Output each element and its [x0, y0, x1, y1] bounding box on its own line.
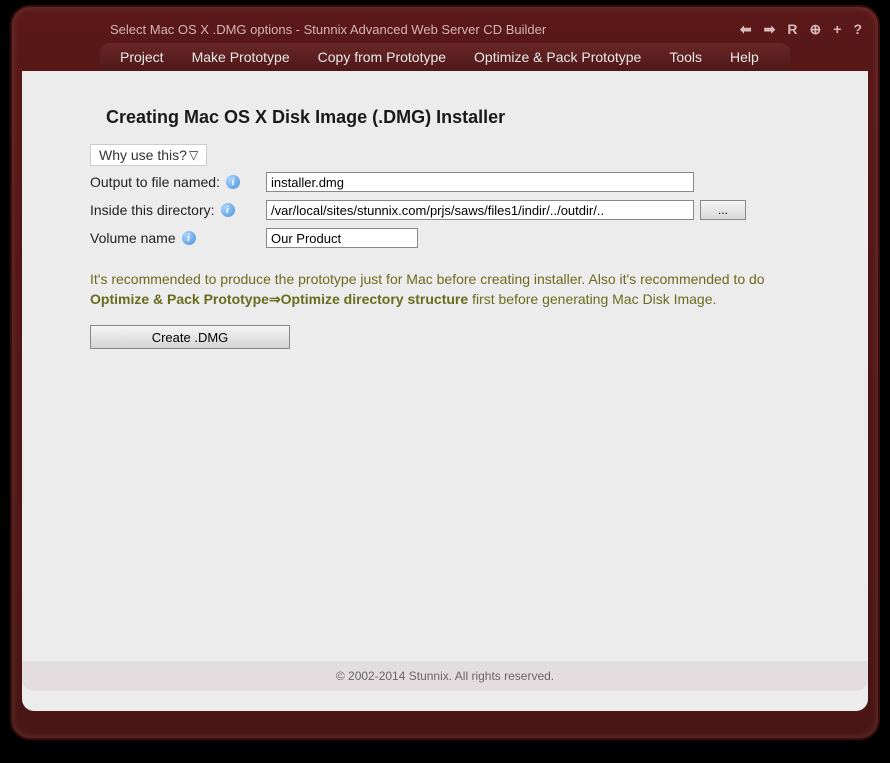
menu-optimize-pack[interactable]: Optimize & Pack Prototype: [474, 49, 641, 65]
label-volume-name: Volume name i: [90, 230, 250, 246]
directory-input[interactable]: [266, 200, 694, 220]
row-output-filename: Output to file named: i: [90, 170, 800, 194]
info-icon[interactable]: i: [182, 231, 196, 245]
content-area: Creating Mac OS X Disk Image (.DMG) Inst…: [22, 71, 868, 711]
volume-name-input[interactable]: [266, 228, 418, 248]
why-use-label: Why use this?: [99, 147, 187, 163]
menubar: Project Make Prototype Copy from Prototy…: [100, 43, 790, 71]
title-toolbar: ⬅ ➡ R ⊕ + ?: [740, 21, 862, 38]
menu-project[interactable]: Project: [120, 49, 164, 65]
label-directory-text: Inside this directory:: [90, 202, 215, 218]
rec-text-2: first before generating Mac Disk Image.: [472, 291, 716, 307]
row-directory: Inside this directory: i ...: [90, 198, 800, 222]
output-filename-input[interactable]: [266, 172, 694, 192]
why-use-toggle[interactable]: Why use this? ▽: [90, 144, 207, 166]
recommendation-text: It's recommended to produce the prototyp…: [90, 270, 800, 309]
footer-copyright: © 2002-2014 Stunnix. All rights reserved…: [22, 661, 868, 691]
rec-bold-1: Optimize & Pack Prototype: [90, 291, 269, 307]
row-volume-name: Volume name i: [90, 226, 800, 250]
create-dmg-button[interactable]: Create .DMG: [90, 325, 290, 349]
arrow-right-icon: ⇒: [269, 291, 281, 307]
info-icon[interactable]: i: [221, 203, 235, 217]
label-volume-text: Volume name: [90, 230, 176, 246]
info-icon[interactable]: i: [226, 175, 240, 189]
help-icon[interactable]: ?: [853, 21, 862, 37]
rec-bold-2: Optimize directory structure: [281, 291, 469, 307]
reload-icon[interactable]: R: [787, 21, 797, 37]
window-title: Select Mac OS X .DMG options - Stunnix A…: [110, 22, 740, 37]
rec-text-1: It's recommended to produce the prototyp…: [90, 271, 765, 287]
window-frame: Select Mac OS X .DMG options - Stunnix A…: [10, 5, 880, 740]
menu-make-prototype[interactable]: Make Prototype: [192, 49, 290, 65]
label-output-filename: Output to file named: i: [90, 174, 250, 190]
forward-icon[interactable]: ➡: [764, 21, 776, 38]
back-icon[interactable]: ⬅: [740, 21, 752, 38]
menu-copy-from-prototype[interactable]: Copy from Prototype: [318, 49, 446, 65]
title-bar: Select Mac OS X .DMG options - Stunnix A…: [20, 15, 870, 43]
chevron-down-icon: ▽: [189, 148, 198, 162]
plus-icon[interactable]: +: [833, 21, 841, 37]
browse-button[interactable]: ...: [700, 200, 746, 220]
menu-help[interactable]: Help: [730, 49, 759, 65]
label-output-text: Output to file named:: [90, 174, 220, 190]
add-circle-icon[interactable]: ⊕: [810, 21, 822, 38]
menu-tools[interactable]: Tools: [669, 49, 702, 65]
label-directory: Inside this directory: i: [90, 202, 250, 218]
page-title: Creating Mac OS X Disk Image (.DMG) Inst…: [106, 107, 800, 128]
